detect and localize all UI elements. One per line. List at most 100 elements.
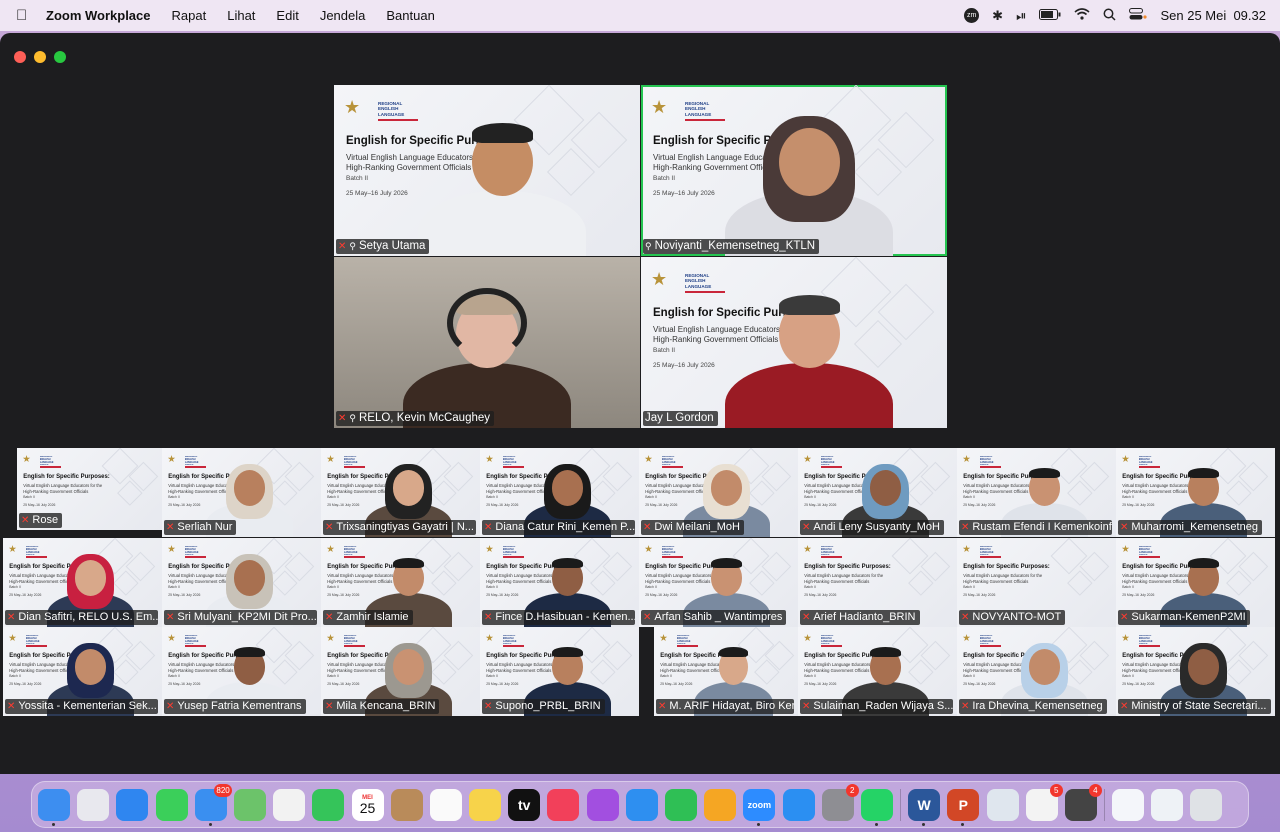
podcasts-icon[interactable] (586, 788, 619, 821)
safari-icon[interactable] (116, 788, 149, 821)
whatsapp-icon[interactable] (860, 788, 893, 826)
gallery-video-tile[interactable]: ★REGIONAL ENGLISH LANGUAGE OFFICEEnglish… (798, 448, 957, 537)
gallery-video-tile[interactable]: ★REGIONAL ENGLISH LANGUAGE OFFICEEnglish… (321, 538, 480, 627)
photos-icon[interactable] (273, 788, 306, 821)
gallery-video-tile[interactable]: ★REGIONAL ENGLISH LANGUAGE OFFICEEnglish… (321, 627, 480, 716)
participant-face (1187, 649, 1220, 685)
finder-icon[interactable] (38, 788, 70, 826)
gallery-video-tile[interactable]: ★REGIONAL ENGLISH LANGUAGE OFFICEEnglish… (1116, 538, 1275, 627)
word-icon[interactable]: W (908, 788, 941, 826)
relo-logo-text: REGIONAL ENGLISH LANGUAGE OFFICE (979, 546, 994, 555)
hair (1028, 467, 1061, 479)
preview-icon[interactable] (986, 788, 1019, 821)
pages-icon[interactable] (704, 788, 737, 821)
gallery-video-tile[interactable]: ★REGIONAL ENGLISH LANGUAGE OFFICEEnglish… (480, 627, 639, 716)
apple-icon[interactable]:  (16, 7, 36, 24)
slide-batch: Batch II (804, 584, 816, 589)
gallery-video-tile[interactable]: ★REGIONAL ENGLISH LANGUAGE OFFICEEnglish… (480, 538, 639, 627)
downloads-icon[interactable] (1151, 788, 1184, 821)
bluetooth-icon[interactable]: ✱ (992, 8, 1003, 24)
gallery-video-tile[interactable]: ★REGIONAL ENGLISH LANGUAGE OFFICEEnglish… (162, 448, 321, 537)
muted-mic-icon: ✕ (325, 611, 334, 623)
menu-bantuan[interactable]: Bantuan (386, 8, 434, 23)
seal-logo: ★ (167, 544, 176, 555)
control-center-icon[interactable] (1129, 8, 1148, 23)
menu-rapat[interactable]: Rapat (172, 8, 207, 23)
notes-icon[interactable] (469, 788, 502, 821)
trash-icon[interactable] (1190, 788, 1223, 821)
menu-lihat[interactable]: Lihat (227, 8, 255, 23)
messages-icon[interactable] (155, 788, 188, 821)
system-settings-icon[interactable]: 2 (821, 783, 859, 821)
participant-face (778, 127, 840, 197)
gallery-video-tile[interactable]: ★REGIONAL ENGLISH LANGUAGE OFFICEEnglish… (957, 448, 1116, 537)
search-icon[interactable] (1103, 8, 1116, 24)
gallery-video-tile[interactable]: ★REGIONAL ENGLISH LANGUAGE OFFICEEnglish… (162, 538, 321, 627)
participant-face (74, 560, 107, 596)
app-store-icon[interactable] (782, 788, 815, 821)
contacts-icon[interactable] (390, 788, 423, 821)
gallery-video-tile[interactable]: ★REGIONAL ENGLISH LANGUAGE OFFICEEnglish… (1116, 448, 1275, 537)
muted-mic-icon: ✕ (961, 611, 970, 623)
launchpad-icon[interactable] (77, 788, 110, 821)
gallery-video-tile[interactable]: ★REGIONAL ENGLISH LANGUAGE OFFICEEnglish… (17, 448, 162, 530)
microsoft-store-icon[interactable]: 5 (1025, 783, 1063, 821)
close-window-button[interactable] (14, 51, 26, 63)
main-video-tile[interactable]: ★REGIONAL ENGLISH LANGUAGE OFFICEEnglish… (641, 257, 947, 428)
gallery-video-tile[interactable]: ★REGIONAL ENGLISH LANGUAGE OFFICEEnglish… (639, 538, 798, 627)
main-video-tile[interactable]: ★REGIONAL ENGLISH LANGUAGE OFFICEEnglish… (641, 85, 947, 256)
slide-batch: Batch II (168, 494, 180, 499)
tv-icon[interactable]: tv (508, 788, 541, 821)
gallery-video-tile[interactable]: ★REGIONAL ENGLISH LANGUAGE OFFICEEnglish… (3, 538, 162, 627)
keynote-icon[interactable] (625, 788, 658, 821)
minimize-window-button[interactable] (34, 51, 46, 63)
maps-icon[interactable] (233, 788, 266, 821)
gallery-video-tile[interactable]: ★REGIONAL ENGLISH LANGUAGE OFFICEEnglish… (162, 627, 321, 716)
gallery-video-tile[interactable]: ★REGIONAL ENGLISH LANGUAGE OFFICEEnglish… (321, 448, 480, 537)
gallery-video-tile[interactable]: ★REGIONAL ENGLISH LANGUAGE OFFICEEnglish… (1116, 627, 1275, 716)
gallery-video-tile[interactable]: ★REGIONAL ENGLISH LANGUAGE OFFICEEnglish… (654, 627, 798, 716)
facetime-icon[interactable] (312, 788, 345, 821)
participant-name-label: ✕ Sulaiman_Raden Wijaya S... (800, 699, 953, 714)
muted-mic-icon: ✕ (166, 611, 175, 623)
gallery-video-tile[interactable]: ★REGIONAL ENGLISH LANGUAGE OFFICEEnglish… (3, 627, 162, 716)
reminders-icon[interactable] (429, 788, 462, 821)
slide-batch: Batch II (9, 673, 21, 678)
main-video-tile[interactable]: ✕ ⚲ RELO, Kevin McCaughey (334, 257, 640, 428)
main-video-tile[interactable]: ★REGIONAL ENGLISH LANGUAGE OFFICEEnglish… (334, 85, 640, 256)
muted-mic-icon: ✕ (166, 700, 175, 712)
music-icon[interactable] (547, 788, 580, 821)
gallery-video-tile[interactable]: ★REGIONAL ENGLISH LANGUAGE OFFICEEnglish… (798, 538, 957, 627)
menu-jendela[interactable]: Jendela (320, 8, 366, 23)
slide-dates: 25 May–16 July 2026 (804, 592, 837, 597)
numbers-icon[interactable] (665, 788, 697, 821)
powerpoint-icon[interactable]: P (947, 788, 980, 826)
gallery-video-tile[interactable]: ★REGIONAL ENGLISH LANGUAGE OFFICEEnglish… (798, 627, 957, 716)
zoom-icon[interactable]: zoom (743, 788, 776, 826)
slide-subtitle: High-Ranking Government Officials (653, 335, 779, 344)
participant-name-label: ✕ M. ARIF Hidayat, Biro Kerj... (656, 699, 795, 714)
app-menu[interactable]: Zoom Workplace (46, 8, 151, 23)
dock-separator (1104, 788, 1106, 821)
slide-batch: Batch II (963, 494, 975, 499)
gallery-video-tile[interactable]: ★REGIONAL ENGLISH LANGUAGE OFFICEEnglish… (957, 538, 1116, 627)
muted-mic-icon: ✕ (643, 521, 652, 533)
seal-logo: ★ (344, 97, 361, 117)
menu-edit[interactable]: Edit (276, 8, 298, 23)
piano-icon[interactable]: 4 (1064, 783, 1102, 821)
documents-icon[interactable] (1112, 788, 1145, 821)
wifi-icon[interactable] (1074, 8, 1090, 23)
gallery-video-tile[interactable]: ★REGIONAL ENGLISH LANGUAGE OFFICEEnglish… (480, 448, 639, 537)
play-icon[interactable]: ⏯ (1016, 8, 1026, 24)
seal-logo: ★ (326, 454, 335, 465)
fullscreen-window-button[interactable] (54, 51, 66, 63)
zoom-icon[interactable]: zm (964, 8, 980, 23)
calendar-icon[interactable]: MEI 25 (351, 788, 384, 821)
gallery-video-tile[interactable]: ★REGIONAL ENGLISH LANGUAGE OFFICEEnglish… (957, 627, 1116, 716)
gallery-video-tile[interactable]: ★REGIONAL ENGLISH LANGUAGE OFFICEEnglish… (639, 448, 798, 537)
menu-clock[interactable]: Sen 25 Mei 09.32 (1160, 8, 1266, 23)
mail-icon[interactable]: 820 (194, 783, 232, 826)
slide-dates: 25 May–16 July 2026 (9, 681, 42, 686)
hair (1187, 467, 1220, 479)
battery-icon[interactable] (1039, 8, 1061, 23)
